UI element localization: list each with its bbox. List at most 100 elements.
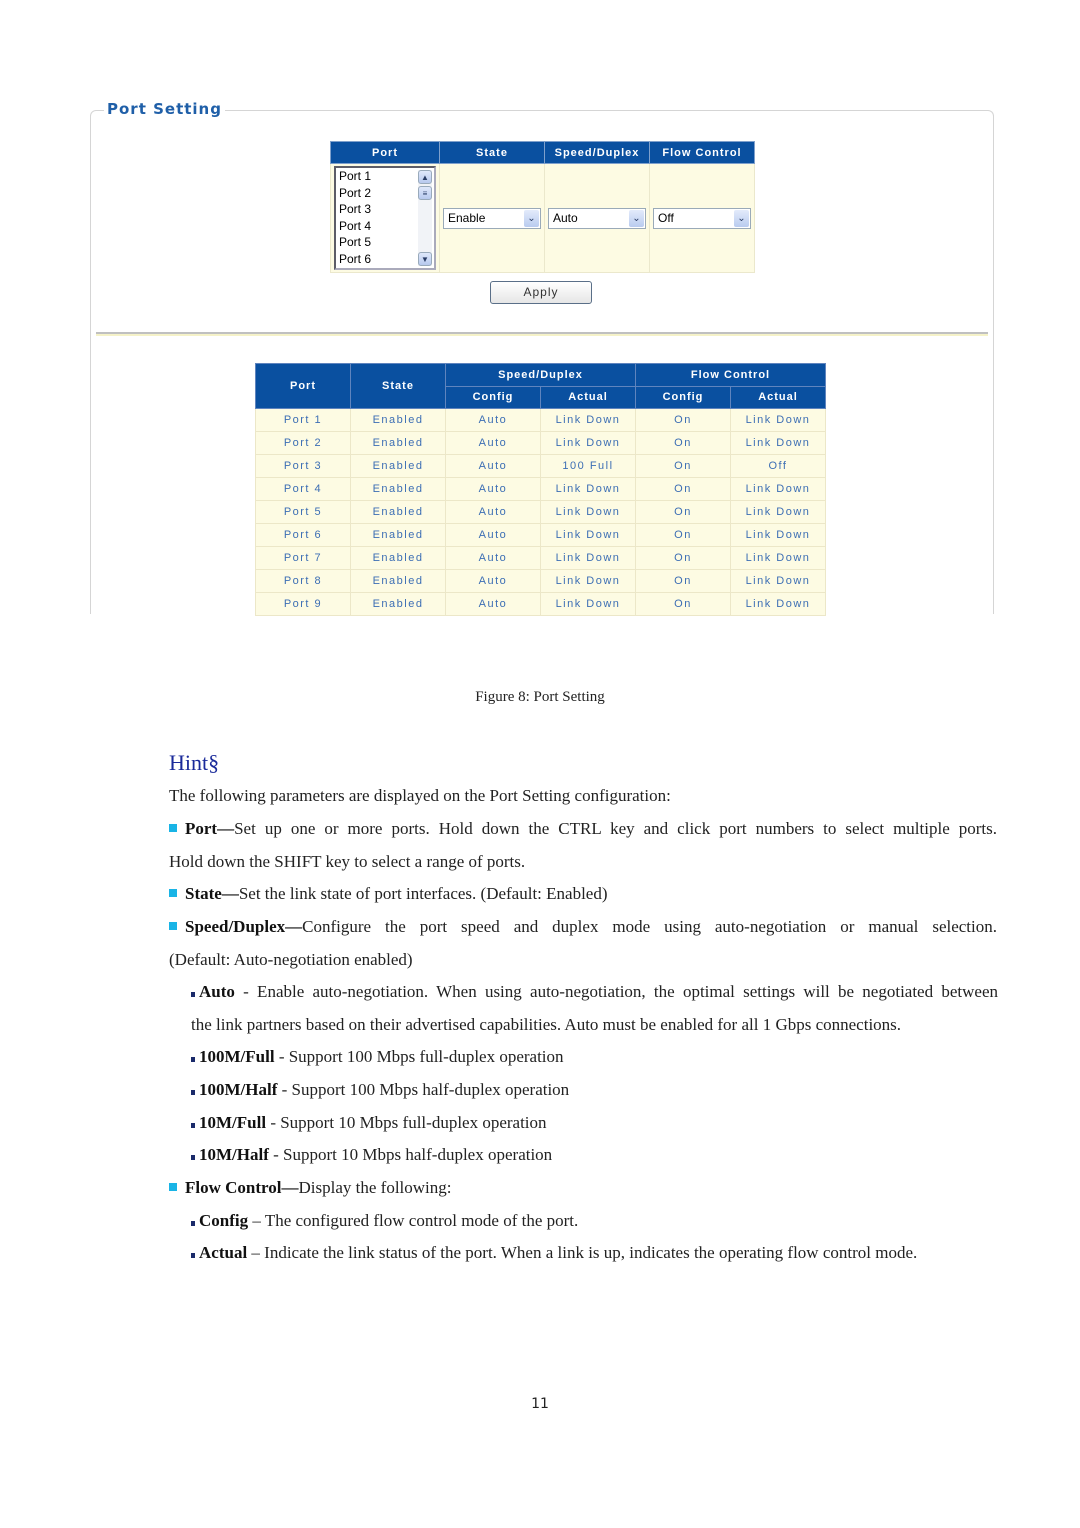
- intro-paragraph: The following parameters are displayed o…: [169, 786, 671, 805]
- chevron-down-icon[interactable]: ⌄: [629, 209, 644, 227]
- cell-port: Port 8: [255, 569, 351, 593]
- table-row: Port 3 Enabled Auto 100 Full On Off: [255, 454, 826, 478]
- speed-description: Speed/Duplex—Configure the port speed an…: [169, 910, 997, 943]
- flow-select-value: Off: [658, 210, 674, 225]
- cell-state: Enabled: [350, 500, 446, 524]
- sub-bullet-icon: [191, 1221, 195, 1226]
- state-text: Set the link state of port interfaces. (…: [238, 884, 608, 903]
- cell-flow-config: On: [635, 408, 731, 432]
- port-listbox[interactable]: Port 1 Port 2 Port 3 Port 4 Port 5 Port …: [334, 166, 436, 270]
- auto-text: - Enable auto-negotiation. When using au…: [234, 982, 998, 1001]
- speed-item-100m-full: 100M/Full - Support 100 Mbps full-duplex…: [191, 1040, 564, 1073]
- header-flow-control: Flow Control: [635, 363, 826, 387]
- sub-bullet-icon: [191, 1123, 195, 1128]
- cell-speed-config: Auto: [445, 477, 541, 501]
- item-text: - Support 100 Mbps full-duplex operation: [274, 1047, 564, 1066]
- table-row: Port 7 Enabled Auto Link Down On Link Down: [255, 546, 826, 570]
- cell-flow-config: On: [635, 569, 731, 593]
- table-row: Port 1 Enabled Auto Link Down On Link Down: [255, 408, 826, 432]
- cell-state: Enabled: [350, 523, 446, 547]
- header-flow-config: Config: [635, 385, 731, 409]
- cell-flow-config: On: [635, 546, 731, 570]
- cell-speed-actual: Link Down: [540, 569, 636, 593]
- state-select[interactable]: Enable ⌄: [443, 207, 541, 229]
- flow-item-config: Config – The configured flow control mod…: [191, 1204, 578, 1237]
- header-speed-duplex: Speed/Duplex: [445, 363, 636, 387]
- flow-control-select[interactable]: Off ⌄: [653, 207, 751, 229]
- cell-speed-config: Auto: [445, 523, 541, 547]
- sub-bullet-icon: [191, 1057, 195, 1062]
- header-state: State: [350, 363, 446, 409]
- cell-port: Port 9: [255, 592, 351, 616]
- scroll-down-icon[interactable]: ▼: [418, 252, 432, 266]
- hint-heading: Hint§: [169, 750, 220, 775]
- cell-speed-actual: 100 Full: [540, 454, 636, 478]
- listbox-scrollbar[interactable]: ▲ ≡ ▼: [418, 170, 432, 266]
- term-speed: Speed/Duplex—: [185, 917, 303, 936]
- term-config: Config: [199, 1211, 249, 1230]
- term-100m-full: 100M/Full: [199, 1047, 275, 1066]
- table-row: Port 4 Enabled Auto Link Down On Link Down: [255, 477, 826, 501]
- chevron-down-icon[interactable]: ⌄: [734, 209, 749, 227]
- port-description-cont: Hold down the SHIFT key to select a rang…: [169, 852, 526, 871]
- header-speed-actual: Actual: [540, 385, 636, 409]
- flow-cell: Off ⌄: [649, 163, 755, 273]
- cell-state: Enabled: [350, 546, 446, 570]
- scroll-thumb[interactable]: ≡: [418, 186, 432, 200]
- cell-state: Enabled: [350, 431, 446, 455]
- cell-speed-actual: Link Down: [540, 546, 636, 570]
- speed-cell: Auto ⌄: [544, 163, 650, 273]
- chevron-down-icon[interactable]: ⌄: [524, 209, 539, 227]
- term-auto: Auto: [199, 982, 235, 1001]
- figure-caption: Figure 8: Port Setting: [475, 689, 605, 705]
- cell-speed-config: Auto: [445, 569, 541, 593]
- header-speed-config: Config: [445, 385, 541, 409]
- cell-port: Port 6: [255, 523, 351, 547]
- sub-bullet-icon: [191, 1155, 195, 1160]
- header-port: Port: [255, 363, 351, 409]
- item-text: – The configured flow control mode of th…: [248, 1211, 579, 1230]
- cell-flow-actual: Link Down: [730, 546, 826, 570]
- cell-port: Port 2: [255, 431, 351, 455]
- speed-duplex-select[interactable]: Auto ⌄: [548, 207, 646, 229]
- table-row: Port 6 Enabled Auto Link Down On Link Down: [255, 523, 826, 547]
- cell-flow-config: On: [635, 454, 731, 478]
- term-port: Port—: [185, 819, 235, 838]
- port-cell: Port 1 Port 2 Port 3 Port 4 Port 5 Port …: [330, 163, 440, 273]
- bullet-icon: [169, 1183, 177, 1191]
- sub-bullet-icon: [191, 992, 195, 997]
- speed-text: Configure the port speed and duplex mode…: [302, 917, 997, 936]
- port-description: Port—Set up one or more ports. Hold down…: [169, 812, 997, 845]
- cell-speed-config: Auto: [445, 546, 541, 570]
- cell-flow-actual: Link Down: [730, 523, 826, 547]
- cell-speed-actual: Link Down: [540, 500, 636, 524]
- cell-port: Port 4: [255, 477, 351, 501]
- bullet-icon: [169, 889, 177, 897]
- cell-flow-actual: Link Down: [730, 477, 826, 501]
- item-text: – Indicate the link status of the port. …: [247, 1243, 918, 1262]
- panel-title: Port Setting: [104, 100, 225, 118]
- table-row: Port 5 Enabled Auto Link Down On Link Down: [255, 500, 826, 524]
- term-10m-full: 10M/Full: [199, 1113, 267, 1132]
- sub-bullet-icon: [191, 1090, 195, 1095]
- item-text: - Support 10 Mbps half-duplex operation: [268, 1145, 553, 1164]
- term-flow: Flow Control—: [185, 1178, 299, 1197]
- flow-text: Display the following:: [298, 1178, 452, 1197]
- bullet-icon: [169, 824, 177, 832]
- scroll-up-icon[interactable]: ▲: [418, 170, 432, 184]
- cell-state: Enabled: [350, 408, 446, 432]
- cell-speed-actual: Link Down: [540, 523, 636, 547]
- cell-speed-config: Auto: [445, 592, 541, 616]
- section-divider: [96, 332, 988, 336]
- state-cell: Enable ⌄: [439, 163, 545, 273]
- cell-state: Enabled: [350, 477, 446, 501]
- cell-flow-actual: Link Down: [730, 500, 826, 524]
- cell-flow-config: On: [635, 477, 731, 501]
- cell-flow-actual: Off: [730, 454, 826, 478]
- header-speed-duplex: Speed/Duplex: [544, 141, 650, 164]
- cell-flow-actual: Link Down: [730, 431, 826, 455]
- flow-description: Flow Control—Display the following:: [169, 1171, 451, 1204]
- cell-speed-actual: Link Down: [540, 477, 636, 501]
- apply-button[interactable]: Apply: [490, 281, 592, 304]
- status-table-body: Port 1 Enabled Auto Link Down On Link Down Por…: [255, 408, 826, 616]
